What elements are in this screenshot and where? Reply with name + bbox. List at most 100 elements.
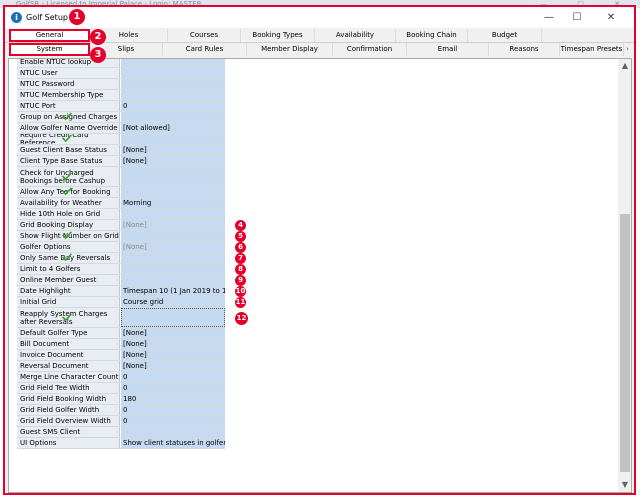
checkmark-icon xyxy=(61,134,73,142)
maximize-button[interactable]: ☐ xyxy=(566,10,588,25)
setting-value-grid-field-tee-width[interactable]: 0 xyxy=(121,383,225,393)
setting-label: Merge Line Character Count xyxy=(17,372,120,382)
setting-row-golfer-options: Golfer Options [None] xyxy=(17,242,225,253)
setting-row-check-for-uncharged-bookings-before-cashup: Check for Uncharged Bookings before Cash… xyxy=(17,167,225,187)
setting-row-online-member-guest: Online Member Guest xyxy=(17,275,225,286)
setting-row-only-same-day-reversals: Only Same Day Reversals xyxy=(17,253,225,264)
setting-value-grid-field-overview-width[interactable]: 0 xyxy=(121,416,225,426)
setting-value-ntuc-password[interactable] xyxy=(121,79,225,89)
setting-value-allow-any-tee-for-booking[interactable] xyxy=(121,187,225,197)
vertical-scrollbar[interactable]: ▲ ▼ xyxy=(618,59,631,492)
setting-value-require-credit-card-reference[interactable] xyxy=(121,134,225,144)
tab-scroll-arrows[interactable]: ‹ › xyxy=(615,43,632,56)
setting-row-invoice-document: Invoice Document [None] xyxy=(17,350,225,361)
annotation-badge-9: 9 xyxy=(235,275,246,286)
setting-label: Grid Field Overview Width xyxy=(17,416,120,426)
setting-value-guest-sms-client[interactable] xyxy=(121,427,225,437)
setting-value-reversal-document[interactable]: [None] xyxy=(121,361,225,371)
setting-row-limit-to-4-golfers: Limit to 4 Golfers xyxy=(17,264,225,275)
setting-value-bill-document[interactable]: [None] xyxy=(121,339,225,349)
setting-label: Bill Document xyxy=(17,339,120,349)
setting-row-allow-any-tee-for-booking: Allow Any Tee for Booking xyxy=(17,187,225,198)
setting-row-guest-client-base-status: Guest Client Base Status [None] xyxy=(17,145,225,156)
close-button[interactable]: ✕ xyxy=(600,10,622,25)
setting-label: Hide 10th Hole on Grid xyxy=(17,209,120,219)
scroll-down-icon[interactable]: ▼ xyxy=(618,478,631,492)
setting-label: Guest Client Base Status xyxy=(17,145,120,155)
tab-confirmation[interactable]: Confirmation xyxy=(333,43,407,56)
setting-label: UI Options xyxy=(17,438,120,448)
setting-value-group-on-assigned-charges[interactable] xyxy=(121,112,225,122)
setting-value-initial-grid[interactable]: Course grid xyxy=(121,297,225,307)
tab-booking-chain[interactable]: Booking Chain xyxy=(396,29,468,42)
setting-value-merge-line-character-count[interactable]: 0 xyxy=(121,372,225,382)
setting-row-show-flight-number-on-grid: Show Flight Number on Grid xyxy=(17,231,225,242)
setting-value-date-highlight[interactable]: Timespan 10 (1 Jan 2019 to 1 Ja xyxy=(121,286,225,296)
tab-general[interactable]: General xyxy=(9,29,90,42)
tab-booking-types[interactable]: Booking Types xyxy=(241,29,315,42)
tab-card-rules[interactable]: Card Rules xyxy=(163,43,247,56)
tab-member-display[interactable]: Member Display xyxy=(247,43,333,56)
setting-label: Default Golfer Type xyxy=(17,328,120,338)
annotation-badge-7: 7 xyxy=(235,253,246,264)
setting-label: NTUC Password xyxy=(17,79,120,89)
setting-row-ntuc-port: NTUC Port 0 xyxy=(17,101,225,112)
setting-row-reversal-document: Reversal Document [None] xyxy=(17,361,225,372)
setting-row-initial-grid: Initial Grid Course grid xyxy=(17,297,225,308)
setting-value-ntuc-port[interactable]: 0 xyxy=(121,101,225,111)
setting-value-ntuc-membership-type[interactable] xyxy=(121,90,225,100)
setting-label: Invoice Document xyxy=(17,350,120,360)
setting-label: Online Member Guest xyxy=(17,275,120,285)
setting-value-invoice-document[interactable]: [None] xyxy=(121,350,225,360)
setting-row-grid-field-tee-width: Grid Field Tee Width 0 xyxy=(17,383,225,394)
annotation-badge-2: 2 xyxy=(90,29,106,45)
setting-row-ui-options: UI Options Show client statuses in golfer… xyxy=(17,438,225,449)
setting-row-merge-line-character-count: Merge Line Character Count 0 xyxy=(17,372,225,383)
tab-courses[interactable]: Courses xyxy=(168,29,241,42)
tab-availability[interactable]: Availability xyxy=(315,29,396,42)
scrollbar-thumb[interactable] xyxy=(620,214,630,472)
setting-value-ntuc-user[interactable] xyxy=(121,68,225,78)
tab-email[interactable]: Email xyxy=(407,43,489,56)
setting-value-limit-to-4-golfers[interactable] xyxy=(121,264,225,274)
golf-setup-window: i Golf Setup — ☐ ✕ Budget Booking Chain Av… xyxy=(3,5,636,495)
checkmark-icon xyxy=(61,187,73,195)
setting-value-check-for-uncharged-bookings-before-cashup[interactable] xyxy=(121,167,225,186)
setting-value-client-type-base-status[interactable]: [None] xyxy=(121,156,225,166)
setting-row-bill-document: Bill Document [None] xyxy=(17,339,225,350)
setting-row-grid-field-golfer-width: Grid Field Golfer Width 0 xyxy=(17,405,225,416)
setting-value-guest-client-base-status[interactable]: [None] xyxy=(121,145,225,155)
setting-value-default-golfer-type[interactable]: [None] xyxy=(121,328,225,338)
setting-value-only-same-day-reversals[interactable] xyxy=(121,253,225,263)
setting-label: Limit to 4 Golfers xyxy=(17,264,120,274)
setting-value-grid-field-golfer-width[interactable]: 0 xyxy=(121,405,225,415)
tab-system[interactable]: System xyxy=(9,43,90,56)
setting-row-allow-golfer-name-override: Allow Golfer Name Override [Not allowed] xyxy=(17,123,225,134)
setting-label: NTUC Membership Type xyxy=(17,90,120,100)
setting-value-availability-for-weather[interactable]: Morning xyxy=(121,198,225,208)
setting-value-golfer-options[interactable]: [None] xyxy=(121,242,225,252)
setting-value-hide-10th-hole-on-grid[interactable] xyxy=(121,209,225,219)
setting-row-reapply-system-charges-after-reversals: Reapply System Charges after Reversals xyxy=(17,308,225,328)
tab-reasons[interactable]: Reasons xyxy=(489,43,560,56)
setting-value-allow-golfer-name-override[interactable]: [Not allowed] xyxy=(121,123,225,133)
setting-value-online-member-guest[interactable] xyxy=(121,275,225,285)
setting-row-availability-for-weather: Availability for Weather Morning xyxy=(17,198,225,209)
setting-value-enable-ntuc-lookup[interactable] xyxy=(121,59,225,67)
setting-row-grid-field-overview-width: Grid Field Overview Width 0 xyxy=(17,416,225,427)
setting-value-reapply-system-charges-after-reversals[interactable] xyxy=(121,308,225,327)
setting-value-grid-booking-display[interactable]: [None] xyxy=(121,220,225,230)
setting-value-grid-field-booking-width[interactable]: 180 xyxy=(121,394,225,404)
setting-row-group-on-assigned-charges: Group on Assigned Charges xyxy=(17,112,225,123)
setting-row-default-golfer-type: Default Golfer Type [None] xyxy=(17,328,225,339)
setting-value-ui-options[interactable]: Show client statuses in golfer nc xyxy=(121,438,225,448)
setting-row-ntuc-membership-type: NTUC Membership Type xyxy=(17,90,225,101)
setting-label: Client Type Base Status xyxy=(17,156,120,166)
annotation-badge-10: 10 xyxy=(235,286,246,297)
setting-value-show-flight-number-on-grid[interactable] xyxy=(121,231,225,241)
tab-budget[interactable]: Budget xyxy=(468,29,542,42)
scroll-up-icon[interactable]: ▲ xyxy=(618,59,631,73)
setting-row-ntuc-user: NTUC User xyxy=(17,68,225,79)
annotation-badge-8: 8 xyxy=(235,264,246,275)
minimize-button[interactable]: — xyxy=(538,10,560,25)
